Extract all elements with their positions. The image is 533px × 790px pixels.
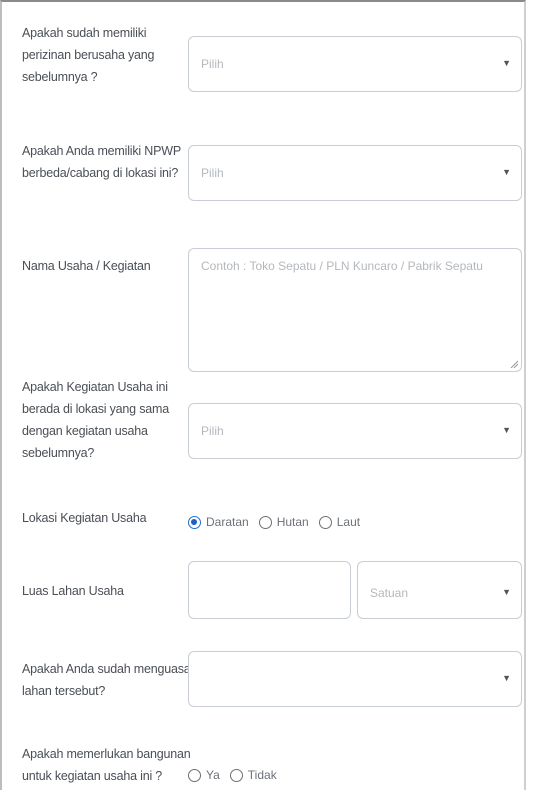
label-npwp-cabang: Apakah Anda memiliki NPWP berbeda/cabang…: [22, 140, 181, 184]
select-npwp-cabang[interactable]: Pilih ▼: [188, 145, 522, 201]
select-lokasi-sama[interactable]: Pilih ▼: [188, 403, 522, 459]
label-memerlukan-bangunan: Apakah memerlukan bangunan untuk kegiata…: [22, 743, 191, 787]
label-lokasi-sama: Apakah Kegiatan Usaha ini berada di loka…: [22, 376, 169, 464]
radio-label: Ya: [206, 768, 220, 782]
label-line: untuk kegiatan usaha ini ?: [22, 769, 163, 783]
radio-label: Daratan: [206, 515, 249, 529]
chevron-down-icon: ▼: [502, 673, 511, 683]
radio-checked-icon[interactable]: [188, 515, 201, 529]
radio-option-tidak[interactable]: Tidak: [229, 768, 277, 782]
select-placeholder: Pilih: [201, 424, 224, 438]
label-line: dengan kegiatan usaha: [22, 424, 148, 438]
label-line: lahan tersebut?: [22, 684, 106, 698]
radio-group-bangunan: Ya Tidak: [188, 768, 287, 782]
chevron-down-icon: ▼: [502, 167, 511, 177]
textarea-placeholder: Contoh : Toko Sepatu / PLN Kuncaro / Pab…: [201, 259, 483, 273]
radio-option-ya[interactable]: Ya: [188, 768, 220, 782]
label-line: Apakah Anda memiliki NPWP: [22, 144, 181, 158]
radio-option-hutan[interactable]: Hutan: [258, 515, 309, 529]
label-line: Luas Lahan Usaha: [22, 584, 124, 598]
label-line: berada di lokasi yang sama: [22, 402, 169, 416]
textarea-nama-usaha[interactable]: Contoh : Toko Sepatu / PLN Kuncaro / Pab…: [188, 248, 522, 372]
input-luas-lahan[interactable]: [188, 561, 351, 619]
label-nama-usaha: Nama Usaha / Kegiatan: [22, 255, 151, 277]
radio-unchecked-icon[interactable]: [258, 515, 272, 529]
radio-label: Hutan: [276, 515, 309, 529]
radio-label: Laut: [336, 515, 361, 529]
chevron-down-icon: ▼: [502, 58, 511, 68]
select-placeholder: Pilih: [201, 57, 224, 71]
radio-unchecked-icon[interactable]: [188, 768, 201, 782]
label-line: Nama Usaha / Kegiatan: [22, 259, 151, 273]
label-line: sebelumnya?: [22, 446, 95, 460]
select-placeholder: Satuan: [370, 586, 409, 600]
label-line: Apakah memerlukan bangunan: [22, 747, 191, 761]
label-line: Apakah Kegiatan Usaha ini: [22, 380, 168, 394]
label-perizinan-sebelumnya: Apakah sudah memiliki perizinan berusaha…: [22, 22, 155, 88]
resize-handle-icon[interactable]: [510, 360, 518, 368]
label-line: perizinan berusaha yang: [22, 48, 155, 62]
radio-unchecked-icon[interactable]: [229, 768, 243, 782]
radio-label: Tidak: [247, 768, 277, 782]
label-line: Apakah Anda sudah menguasai: [22, 662, 194, 676]
select-placeholder: Pilih: [201, 166, 224, 180]
label-line: berbeda/cabang di lokasi ini?: [22, 166, 179, 180]
radio-option-laut[interactable]: Laut: [318, 515, 361, 529]
radio-option-daratan[interactable]: Daratan: [188, 515, 249, 529]
select-satuan[interactable]: Satuan ▼: [357, 561, 522, 619]
radio-group-lokasi: Daratan Hutan Laut: [188, 515, 370, 529]
select-menguasai-lahan[interactable]: ▼: [188, 651, 522, 707]
label-lokasi-kegiatan: Lokasi Kegiatan Usaha: [22, 507, 147, 529]
label-line: sebelumnya ?: [22, 70, 98, 84]
chevron-down-icon: ▼: [502, 587, 511, 597]
select-perizinan-sebelumnya[interactable]: Pilih ▼: [188, 36, 522, 92]
label-menguasai-lahan: Apakah Anda sudah menguasai lahan terseb…: [22, 658, 193, 702]
label-line: Lokasi Kegiatan Usaha: [22, 511, 147, 525]
radio-unchecked-icon[interactable]: [318, 515, 332, 529]
label-luas-lahan: Luas Lahan Usaha: [22, 580, 124, 602]
label-line: Apakah sudah memiliki: [22, 26, 147, 40]
chevron-down-icon: ▼: [502, 425, 511, 435]
